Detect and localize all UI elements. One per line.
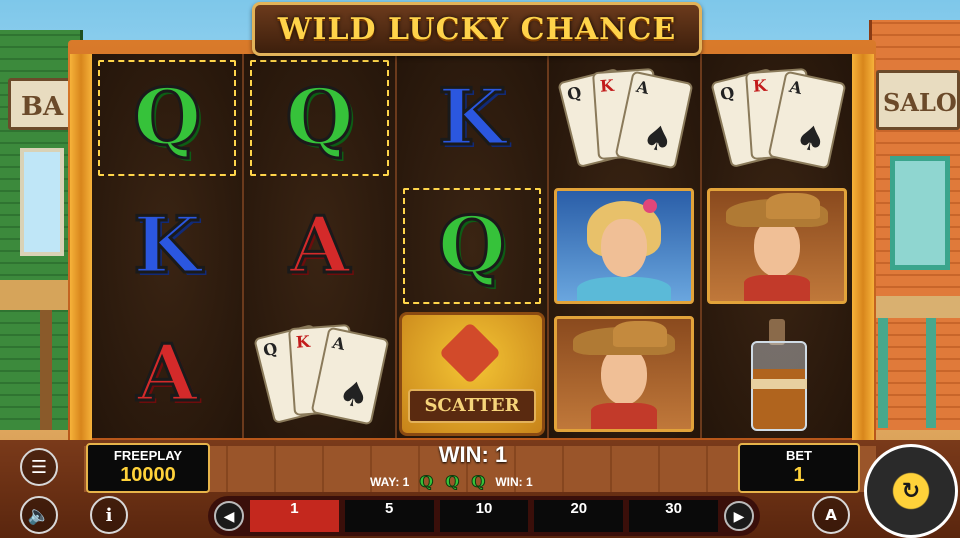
card-suit-icon: ♠ [334,372,373,418]
card-rank: K [599,75,615,96]
reel: QAQ♠K♥A♠ [244,54,395,438]
reel-cell: SCATTER [397,310,547,438]
saloon-sign: SALO [876,70,960,130]
reel-cell: Q [92,54,242,182]
symbol-a: A [288,200,352,291]
info-button[interactable]: i [90,496,128,534]
bet-label: BET [786,448,812,463]
win-line-summary: WAY: 1 Q Q Q WIN: 1 [370,472,590,492]
card-suit-icon: ♠ [639,116,678,162]
card-suit-icon: ♠ [791,116,830,162]
symbol-cowboy [706,188,847,304]
symbol-q: Q [284,72,355,163]
symbol-k: K [132,200,203,291]
bet-option[interactable]: 1 [250,500,339,532]
bet-selector: ◀ 1 5 10 20 30 ▶ [208,496,760,536]
card-rank: K [752,75,768,96]
reel-cell [549,310,699,438]
reel: QKA [92,54,243,438]
reel-cell: K [92,182,242,310]
reel: K Q SCATTER [396,54,548,438]
spin-button[interactable]: ↻ [864,444,958,538]
autoplay-button[interactable]: A [812,496,850,534]
win-symbol-q-icon: Q [445,472,460,491]
bet-option[interactable]: 30 [629,500,718,532]
info-icon: i [105,504,113,526]
card-rank: A [635,76,652,99]
reel-cell: Q [244,54,394,182]
symbol-q: Q [132,72,203,163]
reel-cell: Q♠K♥A♠ [244,310,394,438]
win-title: WIN: 1 [438,442,508,467]
way-label: WAY: 1 [370,475,410,489]
freeplay-balance: 10000 [120,464,176,486]
card-rank: Q [718,82,737,105]
symbol-cards: Q♠K♥A♠ [252,323,390,426]
symbol-cards: Q♠K♥A♠ [710,67,847,170]
scatter-emblem-icon [438,321,502,385]
symbol-a: A [135,328,199,419]
win-symbol-q-icon: Q [419,472,434,491]
card-rank: A [330,332,347,355]
bet-prev-button[interactable]: ◀ [214,501,244,531]
reel-cell: Q [397,182,547,310]
right-building-window [890,156,950,270]
symbol-woman [554,188,695,304]
reel-frame-post-left [70,54,92,440]
card-rank: A [787,76,804,99]
left-building-post [40,310,52,430]
reel-cell [702,310,852,438]
spin-icon: ↻ [901,478,921,504]
reel: Q♠K♥A♠ [549,54,700,438]
card-rank: Q [565,82,584,105]
left-building-sign: BA [8,78,74,130]
reels-grid: QKAQAQ♠K♥A♠KQSCATTERQ♠K♥A♠Q♠K♥A♠ [92,54,853,438]
reel-cell [702,182,852,310]
left-building-window [20,148,64,256]
symbol-k: K [437,72,508,163]
reel-cell: A [92,310,242,438]
reel-cell: K [397,54,547,182]
right-building-awning [872,296,960,318]
speaker-icon: 🔈 [27,504,51,526]
hamburger-menu-icon: ☰ [30,456,48,478]
chevron-right-icon: ▶ [733,509,745,525]
bet-value: 1 [793,464,805,486]
symbol-whiskey-bottle [747,319,807,431]
win-symbol-q-icon: Q [471,472,486,491]
freeplay-label: FREEPLAY [113,448,183,463]
game-title: WILD LUCKY CHANCE [277,11,677,47]
game-title-plate: WILD LUCKY CHANCE [252,2,702,56]
card-rank: K [294,331,311,352]
reel-cell [549,182,699,310]
win-small-label: WIN: 1 [495,475,533,489]
menu-button[interactable]: ☰ [20,448,58,486]
bet-panel: BET 1 [738,443,860,493]
reel-frame-post-right [852,54,874,440]
bet-option[interactable]: 20 [534,500,624,532]
freeplay-panel: FREEPLAY 10000 [86,443,210,493]
reel-cell: Q♠K♥A♠ [702,54,852,182]
bet-option[interactable]: 5 [344,500,434,532]
symbol-cards: Q♠K♥A♠ [557,67,694,170]
symbol-q: Q [437,200,508,291]
scatter-label: SCATTER [408,389,537,423]
autoplay-icon: A [825,506,837,524]
card-rank: Q [260,338,280,361]
right-building-post [878,318,888,428]
symbol-scatter: SCATTER [399,312,546,436]
chevron-left-icon: ◀ [223,509,235,525]
sound-button[interactable]: 🔈 [20,496,58,534]
reel-cell: Q♠K♥A♠ [549,54,699,182]
symbol-cowboy [554,316,695,432]
reel-cell: A [244,182,394,310]
right-building-post [926,318,936,428]
bet-option[interactable]: 10 [439,500,529,532]
bet-next-button[interactable]: ▶ [723,501,754,531]
reel: Q♠K♥A♠ [701,54,853,438]
